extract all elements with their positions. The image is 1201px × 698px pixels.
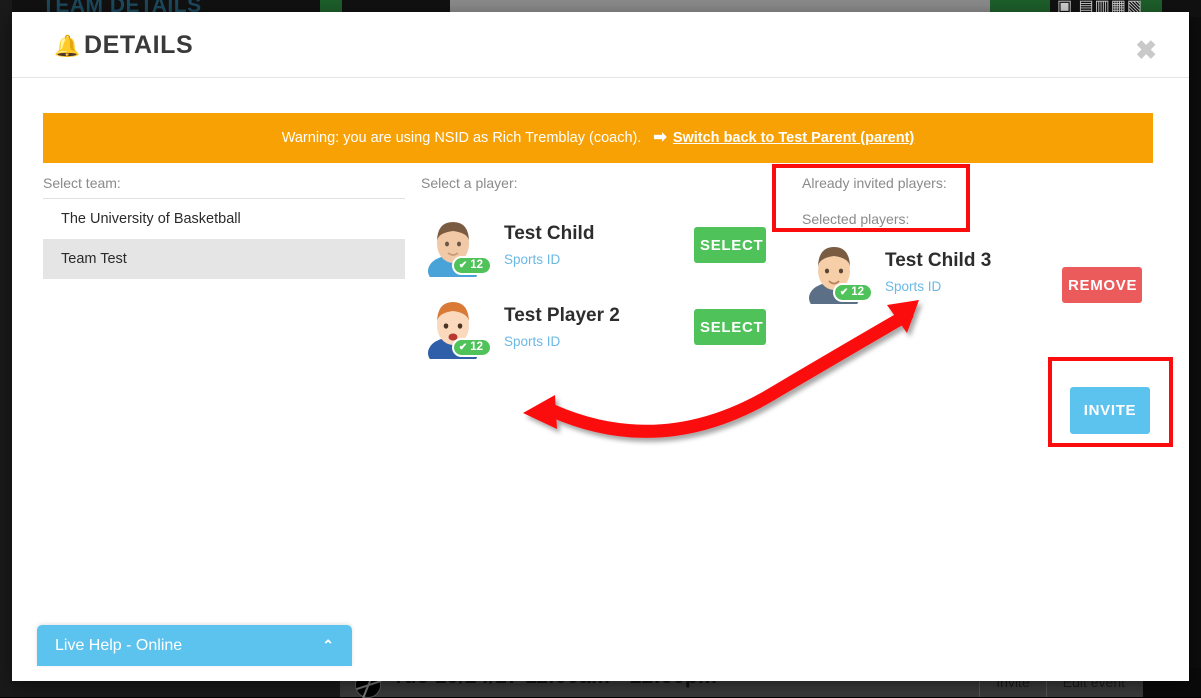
avatar: ✔ 12: [421, 295, 485, 359]
player-info: Test Child 3 Sports ID: [885, 250, 1065, 294]
invite-button[interactable]: INVITE: [1070, 387, 1150, 434]
avatar: ✔ 12: [802, 240, 866, 304]
check-icon: ✔: [840, 288, 848, 298]
live-help-bar[interactable]: Live Help - Online ⌃: [37, 625, 352, 666]
badge-count: 12: [470, 342, 483, 354]
chevron-up-icon: ⌃: [322, 637, 334, 654]
switch-back-group[interactable]: ➡ Switch back to Test Parent (parent): [653, 130, 914, 146]
team-list-item-team-test[interactable]: Team Test: [43, 239, 405, 279]
check-icon: ✔: [459, 343, 467, 353]
sports-id-link[interactable]: Sports ID: [885, 279, 1065, 294]
verified-badge: ✔ 12: [833, 283, 873, 302]
player-row: ✔ 12 Test Child Sports ID SELECT: [421, 210, 781, 280]
player-name: Test Player 2: [504, 305, 694, 327]
player-selection-column: Select a player: ✔ 12: [421, 175, 781, 362]
bell-icon: 🔔: [54, 36, 72, 58]
player-info: Test Child Sports ID: [504, 223, 694, 267]
invite-button-area: INVITE: [1070, 387, 1150, 434]
invited-labels-group: Already invited players: Selected player…: [802, 175, 1162, 227]
team-list: The University of Basketball Team Test: [43, 198, 405, 279]
page-title: DETAILS: [84, 31, 193, 60]
live-help-label: Live Help - Online: [55, 637, 182, 655]
check-icon: ✔: [459, 261, 467, 271]
switch-back-link[interactable]: Switch back to Test Parent (parent): [673, 130, 914, 146]
warning-banner: Warning: you are using NSID as Rich Trem…: [43, 113, 1153, 163]
select-button[interactable]: SELECT: [694, 309, 766, 345]
modal-header: 🔔 DETAILS ✖: [12, 12, 1189, 78]
remove-button[interactable]: REMOVE: [1062, 267, 1142, 303]
badge-count: 12: [470, 260, 483, 272]
modal-title-group: 🔔 DETAILS: [54, 31, 193, 60]
player-row: ✔ 12 Test Player 2 Sports ID SELECT: [421, 292, 781, 362]
select-button[interactable]: SELECT: [694, 227, 766, 263]
verified-badge: ✔ 12: [452, 338, 492, 357]
player-name: Test Child: [504, 223, 694, 245]
team-selection-column: Select team: The University of Basketbal…: [43, 175, 405, 279]
select-player-label: Select a player:: [421, 175, 781, 198]
select-team-label: Select team:: [43, 175, 405, 198]
player-info: Test Player 2 Sports ID: [504, 305, 694, 349]
warning-text: Warning: you are using NSID as Rich Trem…: [282, 130, 642, 146]
modal-body: Select team: The University of Basketbal…: [12, 175, 1189, 615]
sports-id-link[interactable]: Sports ID: [504, 334, 694, 349]
selected-players-label: Selected players:: [802, 211, 1162, 227]
player-name: Test Child 3: [885, 250, 1065, 272]
background-left-rail: [0, 0, 12, 697]
signout-icon: ➡: [653, 130, 666, 146]
sports-id-link[interactable]: Sports ID: [504, 252, 694, 267]
details-modal: 🔔 DETAILS ✖ Warning: you are using NSID …: [12, 12, 1189, 681]
avatar: ✔ 12: [421, 213, 485, 277]
verified-badge: ✔ 12: [452, 256, 492, 275]
already-invited-label: Already invited players:: [802, 175, 1162, 211]
close-icon[interactable]: ✖: [1129, 36, 1163, 64]
team-list-item-university[interactable]: The University of Basketball: [43, 199, 405, 239]
badge-count: 12: [851, 287, 864, 299]
